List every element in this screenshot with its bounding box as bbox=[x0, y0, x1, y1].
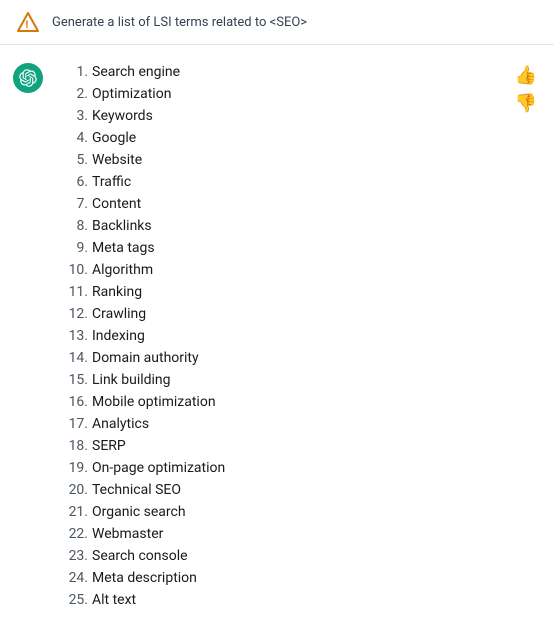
item-text: Search engine bbox=[92, 64, 180, 80]
list-item: 22.Webmaster bbox=[56, 523, 502, 545]
item-number: 5. bbox=[56, 152, 88, 168]
item-text: Analytics bbox=[92, 416, 149, 432]
item-number: 25. bbox=[56, 592, 88, 608]
list-item: 8.Backlinks bbox=[56, 215, 502, 237]
item-text: Mobile optimization bbox=[92, 394, 216, 410]
item-number: 3. bbox=[56, 108, 88, 124]
list-item: 24.Meta description bbox=[56, 567, 502, 589]
item-number: 12. bbox=[56, 306, 88, 322]
list-item: 7.Content bbox=[56, 193, 502, 215]
item-text: Traffic bbox=[92, 174, 131, 190]
list-item: 5.Website bbox=[56, 149, 502, 171]
item-text: Webmaster bbox=[92, 526, 163, 542]
list-item: 13.Indexing bbox=[56, 325, 502, 347]
item-text: Link building bbox=[92, 372, 171, 388]
thumbs-down-icon: 👎 bbox=[515, 93, 537, 114]
list-item: 20.Technical SEO bbox=[56, 479, 502, 501]
item-text: Crawling bbox=[92, 306, 146, 322]
avatar bbox=[13, 63, 43, 93]
item-number: 24. bbox=[56, 570, 88, 586]
item-text: On-page optimization bbox=[92, 460, 225, 476]
item-text: Domain authority bbox=[92, 350, 199, 366]
item-number: 2. bbox=[56, 86, 88, 102]
avatar-column bbox=[0, 61, 56, 611]
svg-text:!: ! bbox=[25, 19, 29, 31]
item-text: Organic search bbox=[92, 504, 186, 520]
list-item: 19.On-page optimization bbox=[56, 457, 502, 479]
item-number: 14. bbox=[56, 350, 88, 366]
list-item: 6.Traffic bbox=[56, 171, 502, 193]
item-text: Algorithm bbox=[92, 262, 153, 278]
item-number: 1. bbox=[56, 64, 88, 80]
list-item: 15.Link building bbox=[56, 369, 502, 391]
item-number: 16. bbox=[56, 394, 88, 410]
lsi-list: 1.Search engine2.Optimization3.Keywords4… bbox=[56, 61, 502, 611]
item-text: SERP bbox=[92, 438, 126, 454]
thumbs-up-icon: 👍 bbox=[515, 65, 537, 86]
item-number: 13. bbox=[56, 328, 88, 344]
item-number: 11. bbox=[56, 284, 88, 300]
item-text: Optimization bbox=[92, 86, 171, 102]
list-item: 4.Google bbox=[56, 127, 502, 149]
item-number: 8. bbox=[56, 218, 88, 234]
item-number: 4. bbox=[56, 130, 88, 146]
list-item: 2.Optimization bbox=[56, 83, 502, 105]
list-item: 11.Ranking bbox=[56, 281, 502, 303]
item-number: 17. bbox=[56, 416, 88, 432]
item-text: Meta tags bbox=[92, 240, 155, 256]
item-text: Search console bbox=[92, 548, 188, 564]
item-text: Website bbox=[92, 152, 142, 168]
list-item: 10.Algorithm bbox=[56, 259, 502, 281]
list-item: 21.Organic search bbox=[56, 501, 502, 523]
main-content: 1.Search engine2.Optimization3.Keywords4… bbox=[0, 45, 554, 627]
item-text: Alt text bbox=[92, 592, 136, 608]
item-text: Keywords bbox=[92, 108, 153, 124]
item-number: 18. bbox=[56, 438, 88, 454]
list-item: 9.Meta tags bbox=[56, 237, 502, 259]
item-text: Backlinks bbox=[92, 218, 152, 234]
item-number: 15. bbox=[56, 372, 88, 388]
list-item: 17.Analytics bbox=[56, 413, 502, 435]
top-bar: ! Generate a list of LSI terms related t… bbox=[0, 0, 554, 45]
thumbs-up-button[interactable]: 👍 bbox=[514, 63, 538, 87]
item-number: 19. bbox=[56, 460, 88, 476]
prompt-text: Generate a list of LSI terms related to … bbox=[52, 15, 538, 30]
item-number: 6. bbox=[56, 174, 88, 190]
item-text: Indexing bbox=[92, 328, 145, 344]
item-text: Content bbox=[92, 196, 141, 212]
item-number: 9. bbox=[56, 240, 88, 256]
actions-column: 👍 👎 bbox=[510, 61, 554, 611]
list-item: 23.Search console bbox=[56, 545, 502, 567]
warning-icon: ! bbox=[16, 10, 40, 34]
item-number: 23. bbox=[56, 548, 88, 564]
item-text: Google bbox=[92, 130, 136, 146]
list-item: 18.SERP bbox=[56, 435, 502, 457]
list-item: 1.Search engine bbox=[56, 61, 502, 83]
item-text: Ranking bbox=[92, 284, 142, 300]
item-text: Technical SEO bbox=[92, 482, 181, 498]
list-column: 1.Search engine2.Optimization3.Keywords4… bbox=[56, 61, 510, 611]
item-number: 20. bbox=[56, 482, 88, 498]
item-number: 10. bbox=[56, 262, 88, 278]
list-item: 12.Crawling bbox=[56, 303, 502, 325]
item-number: 7. bbox=[56, 196, 88, 212]
list-item: 14.Domain authority bbox=[56, 347, 502, 369]
list-item: 16.Mobile optimization bbox=[56, 391, 502, 413]
item-number: 21. bbox=[56, 504, 88, 520]
thumbs-down-button[interactable]: 👎 bbox=[514, 91, 538, 115]
item-number: 22. bbox=[56, 526, 88, 542]
list-item: 25.Alt text bbox=[56, 589, 502, 611]
item-text: Meta description bbox=[92, 570, 197, 586]
list-item: 3.Keywords bbox=[56, 105, 502, 127]
